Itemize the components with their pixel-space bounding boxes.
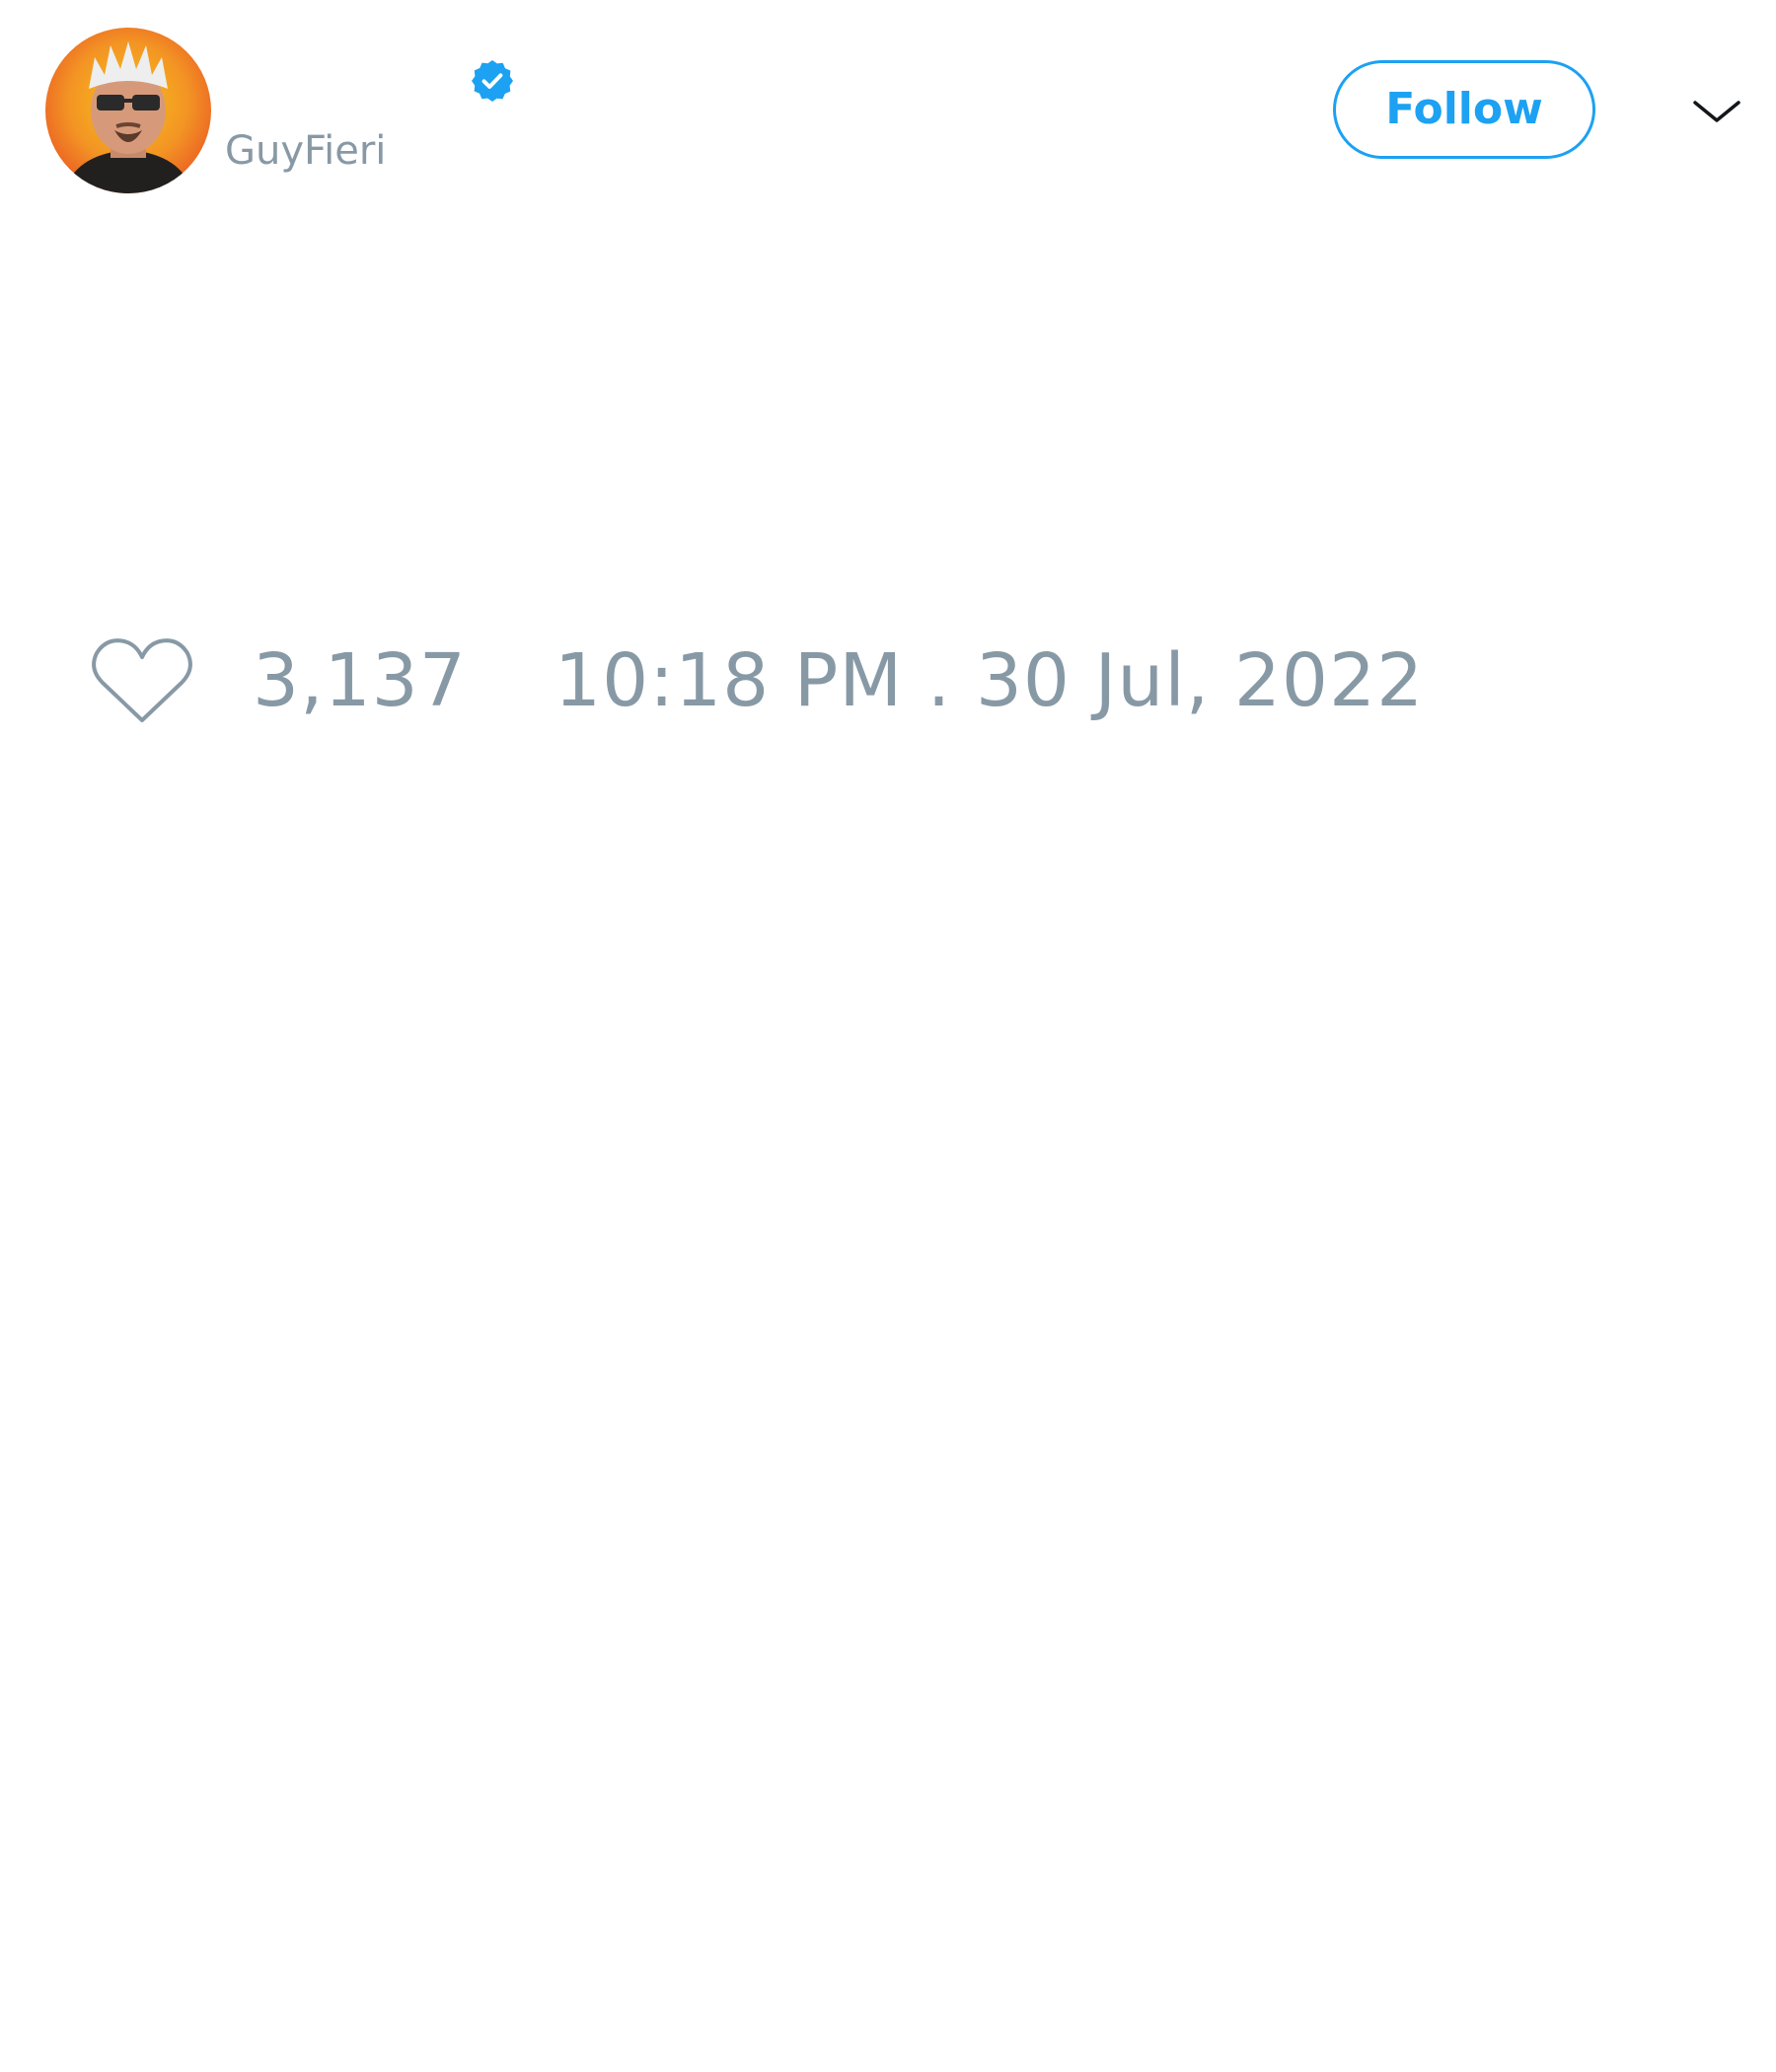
avatar-image — [45, 28, 211, 193]
like-count: 3,137 — [253, 638, 467, 723]
author-avatar[interactable] — [45, 28, 211, 193]
tweet-menu-button[interactable] — [1687, 89, 1746, 132]
author-handle[interactable]: GuyFieri — [225, 126, 386, 176]
like-button[interactable] — [87, 631, 197, 730]
chevron-down-icon — [1693, 101, 1740, 122]
tweet-footer: 3,137 10:18 PM . 30 Jul, 2022 — [0, 631, 1776, 730]
heart-icon — [92, 638, 192, 722]
tweet-text — [45, 227, 1723, 602]
tweet-header: GuyFieri Follow — [0, 0, 1776, 217]
verified-badge-icon — [469, 57, 516, 105]
tweet-timestamp[interactable]: 10:18 PM . 30 Jul, 2022 — [555, 641, 1424, 720]
follow-button[interactable]: Follow — [1333, 60, 1595, 159]
